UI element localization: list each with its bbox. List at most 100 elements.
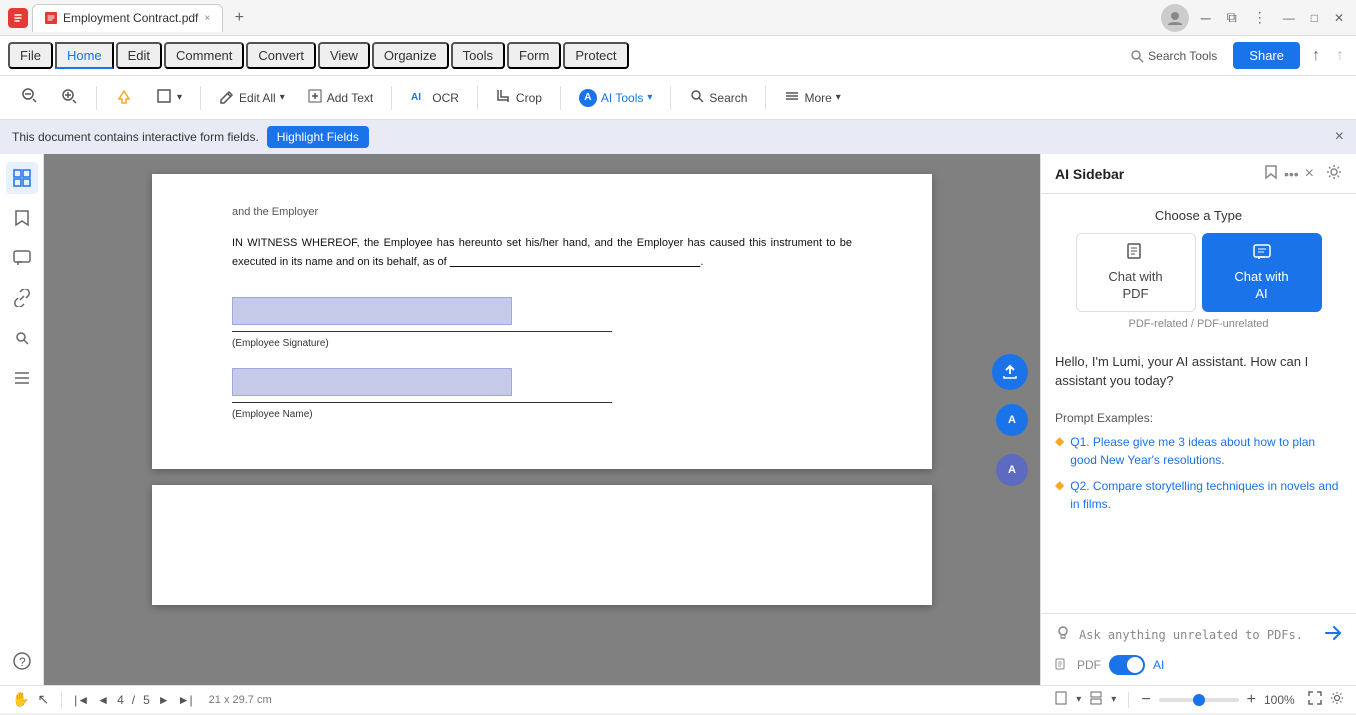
employee-signature-input[interactable] xyxy=(232,297,512,325)
ai-choose-type-label: Choose a Type xyxy=(1055,208,1342,223)
menu-tools[interactable]: Tools xyxy=(451,42,505,69)
zoom-in-icon xyxy=(60,87,78,108)
sidebar-search-button[interactable] xyxy=(6,322,38,354)
ai-sidebar-close-button[interactable]: × xyxy=(1305,165,1314,183)
menu-organize[interactable]: Organize xyxy=(372,42,449,69)
window-maximize-os-button[interactable]: □ xyxy=(1307,9,1322,27)
more-button[interactable]: More ▾ xyxy=(776,83,848,112)
sidebar-help-button[interactable]: ? xyxy=(6,645,38,677)
toolbar-separator-6 xyxy=(670,86,671,110)
hand-tool-button[interactable]: ✋ xyxy=(12,691,29,708)
user-avatar[interactable] xyxy=(1161,4,1189,32)
svg-text:AI: AI xyxy=(411,92,421,103)
sidebar-layers-button[interactable] xyxy=(6,362,38,394)
cursor-tool-button[interactable]: ↖ xyxy=(37,691,49,708)
continuous-view-button[interactable] xyxy=(1089,691,1103,708)
signature-block: (Employee Signature) (Employee Name) xyxy=(232,297,852,423)
sidebar-thumbnail-button[interactable] xyxy=(6,162,38,194)
zoom-in-status-button[interactable]: + xyxy=(1247,691,1256,709)
sidebar-link-button[interactable] xyxy=(6,282,38,314)
active-tab[interactable]: Employment Contract.pdf × xyxy=(32,4,223,32)
upload-fab[interactable] xyxy=(992,354,1028,390)
zoom-out-button[interactable] xyxy=(12,81,46,114)
ai-float-button[interactable]: A xyxy=(996,404,1028,436)
menu-edit[interactable]: Edit xyxy=(116,42,162,69)
first-page-button[interactable]: |◄ xyxy=(74,693,89,707)
prompt-text-1[interactable]: Q1. Please give me 3 ideas about how to … xyxy=(1070,433,1342,469)
sidebar-comment-button[interactable] xyxy=(6,242,38,274)
window-minimize-os-button[interactable]: — xyxy=(1279,9,1299,27)
send-button[interactable] xyxy=(1324,624,1342,647)
ai-type-section: Choose a Type Chat withPDF Chat withAI P… xyxy=(1041,194,1356,338)
prompt-examples-title: Prompt Examples: xyxy=(1055,411,1342,425)
app-icon xyxy=(8,8,28,28)
ai-sidebar-bookmark-button[interactable] xyxy=(1264,164,1278,183)
ai-sidebar-settings-button[interactable] xyxy=(1326,164,1342,183)
toolbar-separator-1 xyxy=(96,86,97,110)
tab-title: Employment Contract.pdf xyxy=(63,11,198,25)
crop-icon xyxy=(496,88,512,107)
pdf-footer-label: PDF xyxy=(1077,658,1101,672)
new-tab-button[interactable]: + xyxy=(227,6,251,30)
menu-home[interactable]: Home xyxy=(55,42,114,69)
ocr-button[interactable]: AI OCR xyxy=(402,82,467,113)
zoom-out-status-button[interactable]: − xyxy=(1141,691,1150,709)
form-fields-notification: This document contains interactive form … xyxy=(0,120,1356,154)
share-button[interactable]: Share xyxy=(1233,42,1300,69)
employee-name-input[interactable] xyxy=(232,368,512,396)
edit-all-button[interactable]: Edit All ▾ xyxy=(211,83,293,112)
crop-button[interactable]: Crop xyxy=(488,83,550,112)
ai-badge-button[interactable]: A xyxy=(996,454,1028,486)
single-page-view-button[interactable] xyxy=(1054,691,1068,708)
page-text-partial: and the Employer xyxy=(232,204,852,222)
ai-toggle-switch[interactable] xyxy=(1109,655,1145,675)
menu-view[interactable]: View xyxy=(318,42,370,69)
sidebar-bookmark-button[interactable] xyxy=(6,202,38,234)
menu-protect[interactable]: Protect xyxy=(563,42,628,69)
search-tools-button[interactable]: Search Tools xyxy=(1122,45,1225,67)
ai-type-buttons: Chat withPDF Chat withAI xyxy=(1055,233,1342,312)
window-restore-button[interactable]: ⧉ xyxy=(1223,7,1241,28)
menu-comment[interactable]: Comment xyxy=(164,42,244,69)
nav-back-button[interactable]: ↑ xyxy=(1308,43,1324,69)
fullscreen-button[interactable] xyxy=(1308,691,1322,708)
more-icon xyxy=(784,88,800,107)
zoom-slider[interactable] xyxy=(1159,698,1239,702)
notification-text: This document contains interactive form … xyxy=(12,130,259,144)
prompt-text-2[interactable]: Q2. Compare storytelling techniques in n… xyxy=(1070,477,1342,513)
zoom-in-button[interactable] xyxy=(52,82,86,113)
page-separator-label: / xyxy=(132,693,135,707)
menu-form[interactable]: Form xyxy=(507,42,561,69)
tab-close-button[interactable]: × xyxy=(204,13,210,24)
menu-convert[interactable]: Convert xyxy=(246,42,316,69)
status-separator-2 xyxy=(1128,692,1129,708)
current-page: 4 xyxy=(117,693,124,707)
more-dropdown-icon: ▾ xyxy=(836,92,841,103)
search-button[interactable]: Search xyxy=(681,83,755,112)
ai-sidebar: AI Sidebar ••• × Choose a Type Chat xyxy=(1040,154,1356,685)
highlight-button[interactable] xyxy=(107,82,141,113)
last-page-button[interactable]: ►| xyxy=(178,693,193,707)
prev-page-button[interactable]: ◄ xyxy=(97,693,109,707)
chat-with-pdf-button[interactable]: Chat withPDF xyxy=(1076,233,1196,312)
ai-sidebar-more-button[interactable]: ••• xyxy=(1284,166,1299,182)
select-tool-button[interactable]: ▾ xyxy=(147,82,190,113)
window-minimize-button[interactable]: ─ xyxy=(1197,8,1215,28)
view-mode-dropdown-button[interactable]: ▾ xyxy=(1111,694,1116,705)
window-close-os-button[interactable]: ✕ xyxy=(1330,9,1348,27)
status-separator-1 xyxy=(61,692,62,708)
menu-file[interactable]: File xyxy=(8,42,53,69)
prompt-bullet-2: ◆ xyxy=(1055,478,1064,492)
nav-forward-button[interactable]: ↑ xyxy=(1332,43,1348,69)
highlight-fields-button[interactable]: Highlight Fields xyxy=(267,126,369,148)
ai-text-input[interactable]: Ask anything unrelated to PDFs. Press '#… xyxy=(1079,627,1316,644)
chat-with-ai-button[interactable]: Chat withAI xyxy=(1202,233,1322,312)
notification-close-button[interactable]: × xyxy=(1335,128,1344,146)
add-text-button[interactable]: Add Text xyxy=(299,83,381,112)
settings-status-button[interactable] xyxy=(1330,691,1344,708)
view-dropdown-button[interactable]: ▾ xyxy=(1076,694,1081,705)
next-page-button[interactable]: ► xyxy=(158,693,170,707)
ai-tools-button[interactable]: A AI Tools ▾ xyxy=(571,84,661,112)
ai-tools-dropdown-icon: ▾ xyxy=(647,92,652,103)
window-more-button[interactable]: ⋮ xyxy=(1249,7,1271,28)
